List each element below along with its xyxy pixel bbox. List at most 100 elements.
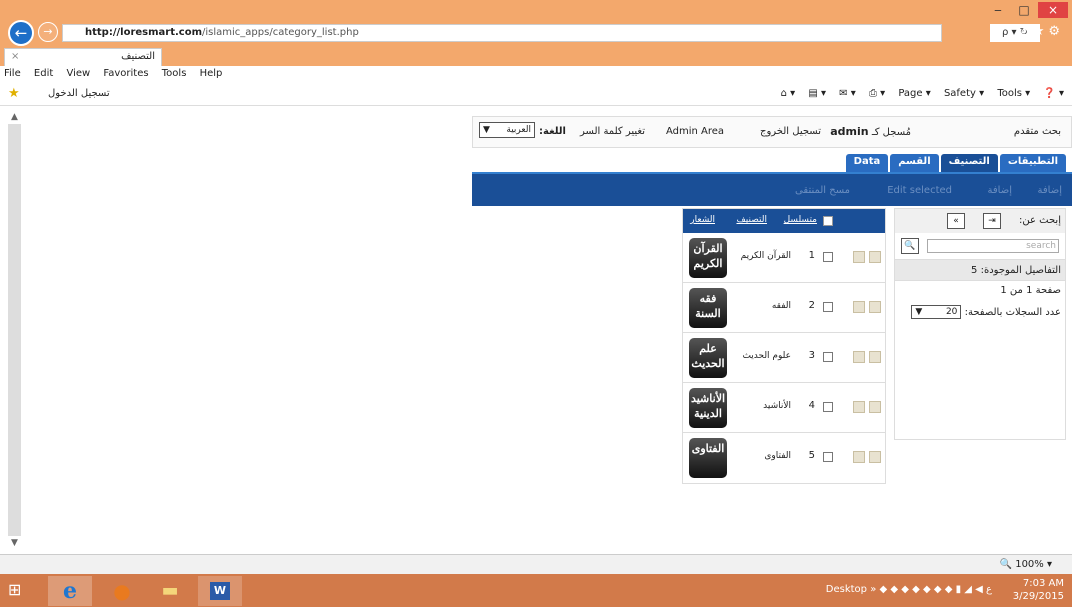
collapse-icon[interactable]: » xyxy=(947,213,965,229)
tab-data[interactable]: Data xyxy=(845,154,889,172)
browser-titlebar: ‒ □ × ← → http://loresmart.com/islamic_a… xyxy=(0,0,1072,46)
row-checkbox[interactable] xyxy=(823,402,833,412)
home-favorites-gear-icons[interactable]: ⌂★⚙ xyxy=(1020,24,1064,39)
word-icon[interactable]: W xyxy=(198,576,242,606)
table-row: 1 القرآن الكريم القرآن الكريم xyxy=(683,233,885,283)
minimize-icon[interactable]: ‒ xyxy=(986,2,1010,18)
address-bar[interactable]: http://loresmart.com/islamic_apps/catego… xyxy=(62,24,942,42)
edit-icon[interactable] xyxy=(853,351,865,363)
row-number: 2 xyxy=(808,300,815,311)
row-checkbox[interactable] xyxy=(823,352,833,362)
row-checkbox[interactable] xyxy=(823,302,833,312)
page-info: صفحة 1 من 1 xyxy=(1000,285,1061,296)
row-number: 3 xyxy=(808,350,815,361)
help-icon[interactable]: ❓ ▾ xyxy=(1043,88,1064,99)
inline-add-button[interactable]: إضافة xyxy=(988,185,1012,196)
window-controls: ‒ □ × xyxy=(986,2,1068,18)
menu-favorites[interactable]: Favorites xyxy=(103,68,148,79)
clock-date: 3/29/2015 xyxy=(1012,591,1064,602)
category-logo: علم الحديث xyxy=(689,338,727,378)
category-logo: الفتاوى xyxy=(689,438,727,478)
search-header: إبحث عن: ⇥ » xyxy=(895,209,1065,233)
cmd-page[interactable]: Page ▾ xyxy=(898,88,930,99)
zoom-level[interactable]: 🔍 100% ▾ xyxy=(1000,559,1052,570)
browser-tab[interactable]: التصنيف × xyxy=(4,48,162,66)
change-password-link[interactable]: تغيير كلمة السر xyxy=(580,126,645,137)
language-label: اللغة: xyxy=(539,126,566,137)
edit-icon[interactable] xyxy=(853,401,865,413)
view-icon[interactable] xyxy=(869,351,881,363)
grid-header: متسلسل التصنيف الشعار xyxy=(683,209,885,233)
command-bar: ⌂ ▾ ▤ ▾ ✉ ▾ ⎙ ▾ Page ▾ Safety ▾ Tools ▾ … xyxy=(771,84,1064,104)
desktop-toolbar[interactable]: Desktop xyxy=(826,584,867,595)
edit-icon[interactable] xyxy=(853,251,865,263)
column-logo[interactable]: الشعار xyxy=(690,215,715,225)
admin-area-link[interactable]: Admin Area xyxy=(666,126,724,137)
search-toggle-icon[interactable]: ⇥ xyxy=(983,213,1001,229)
advanced-search-link[interactable]: بحث متقدم xyxy=(1014,126,1061,137)
tab-close-icon[interactable]: × xyxy=(11,49,19,65)
add-button[interactable]: إضافة xyxy=(1038,185,1062,196)
edit-icon[interactable] xyxy=(853,451,865,463)
per-page-select[interactable]: 20 ▼ xyxy=(911,305,962,319)
language-select[interactable]: العربية ▼ xyxy=(479,122,535,138)
left-frame-scrollbar[interactable]: ▲ ▼ xyxy=(8,110,21,550)
close-icon[interactable]: × xyxy=(1038,2,1068,18)
tab-section[interactable]: القسم xyxy=(890,154,939,172)
row-actions xyxy=(845,300,881,314)
menu-view[interactable]: View xyxy=(66,68,90,79)
clock-time: 7:03 AM xyxy=(1022,578,1064,589)
system-tray: Desktop » ◆ ◆ ◆ ◆ ◆ ◆ ◆ ▮ ◢ ◀ ع xyxy=(826,584,992,595)
view-icon[interactable] xyxy=(869,251,881,263)
back-arrow-icon[interactable]: ← xyxy=(8,20,34,46)
favorites-bar: ★ تسجيل الدخول ⌂ ▾ ▤ ▾ ✉ ▾ ⎙ ▾ Page ▾ Sa… xyxy=(0,84,1072,106)
tab-category[interactable]: التصنيف xyxy=(940,154,998,172)
maximize-icon[interactable]: □ xyxy=(1012,2,1036,18)
home-icon[interactable]: ⌂ ▾ xyxy=(781,88,796,99)
scroll-down-icon[interactable]: ▼ xyxy=(8,536,21,550)
tab-apps[interactable]: التطبيقات xyxy=(999,154,1066,172)
category-name: القرآن الكريم xyxy=(740,251,791,261)
menu-edit[interactable]: Edit xyxy=(34,68,53,79)
table-row: 5 الفتاوى الفتاوى xyxy=(683,433,885,483)
feeds-icon[interactable]: ▤ ▾ xyxy=(808,88,826,99)
favorites-star-icon[interactable]: ★ xyxy=(8,84,20,104)
row-checkbox[interactable] xyxy=(823,452,833,462)
internet-explorer-icon[interactable]: e xyxy=(48,576,92,606)
view-icon[interactable] xyxy=(869,401,881,413)
search-input[interactable]: search xyxy=(927,239,1059,253)
delete-selected-button[interactable]: مسح المنتقى xyxy=(795,185,850,196)
search-icon[interactable]: 🔍 xyxy=(901,238,919,254)
menu-tools[interactable]: Tools xyxy=(162,68,187,79)
mail-icon[interactable]: ✉ ▾ xyxy=(839,88,856,99)
scroll-up-icon[interactable]: ▲ xyxy=(8,110,21,124)
cmd-tools[interactable]: Tools ▾ xyxy=(997,88,1030,99)
page-content: بحث متقدم مُسجل كـ admin تسجيل الخروج Ad… xyxy=(472,110,1072,550)
edit-selected-button[interactable]: Edit selected xyxy=(887,185,952,196)
select-all-checkbox[interactable] xyxy=(823,216,833,226)
row-checkbox[interactable] xyxy=(823,252,833,262)
logout-link[interactable]: تسجيل الخروج xyxy=(760,126,821,137)
category-name: الفتاوى xyxy=(764,451,791,461)
category-logo: الأناشيد الدينية xyxy=(689,388,727,428)
edit-icon[interactable] xyxy=(853,301,865,313)
per-page-row: عدد السجلات بالصفحة: 20 ▼ xyxy=(911,305,1061,319)
view-icon[interactable] xyxy=(869,451,881,463)
menu-file[interactable]: File xyxy=(4,68,21,79)
forward-arrow-icon[interactable]: → xyxy=(38,22,58,42)
firefox-icon[interactable]: ● xyxy=(100,576,144,606)
column-category[interactable]: التصنيف xyxy=(736,215,767,225)
print-icon[interactable]: ⎙ ▾ xyxy=(869,88,885,99)
file-explorer-icon[interactable]: ▬ xyxy=(148,576,192,606)
view-icon[interactable] xyxy=(869,301,881,313)
cmd-safety[interactable]: Safety ▾ xyxy=(944,88,984,99)
favorite-login-link[interactable]: تسجيل الدخول xyxy=(48,84,110,104)
windows-start-icon[interactable]: ⊞ xyxy=(8,580,30,602)
tray-icons[interactable]: » ◆ ◆ ◆ ◆ ◆ ◆ ◆ ▮ ◢ ◀ ع xyxy=(870,584,992,595)
url-path: /islamic_apps/category_list.php xyxy=(202,27,359,38)
taskbar-clock[interactable]: 7:03 AM 3/29/2015 xyxy=(1013,577,1064,603)
chevron-down-icon: ▼ xyxy=(483,125,490,135)
action-toolbar: إضافة إضافة Edit selected مسح المنتقى xyxy=(472,172,1072,206)
column-serial[interactable]: متسلسل xyxy=(784,215,817,225)
menu-help[interactable]: Help xyxy=(200,68,223,79)
